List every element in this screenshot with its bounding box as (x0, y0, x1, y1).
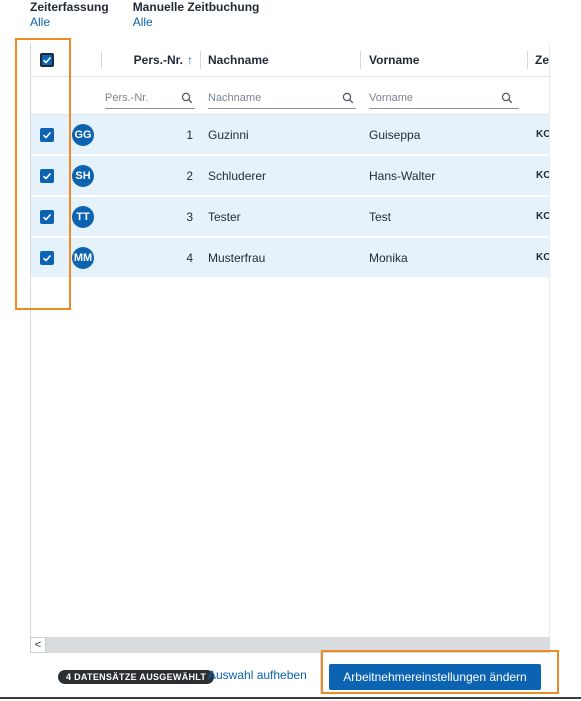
column-separator (360, 51, 361, 69)
select-all-checkbox[interactable] (40, 52, 54, 67)
row-checkbox[interactable] (40, 127, 54, 142)
header-zeit[interactable]: Zeit (535, 43, 550, 76)
row-checkbox[interactable] (40, 168, 54, 183)
search-icon (342, 92, 354, 103)
filter-title: Manuelle Zeitbuchung (132, 0, 260, 14)
cell-zeit: KO (536, 129, 550, 140)
cell-nachname: Tester (208, 209, 241, 224)
filter-title: Zeiterfassung (30, 0, 109, 14)
scroll-left-icon[interactable]: < (30, 637, 46, 653)
sort-ascending-icon[interactable]: ↑ (187, 53, 193, 67)
cell-nachname: Guzinni (208, 127, 249, 142)
cell-zeit: KO (536, 252, 550, 263)
select-all-cell (40, 43, 54, 76)
cell-pers-nr: 4 (186, 250, 193, 265)
table-row[interactable]: MM 4 Musterfrau Monika KO (31, 238, 550, 278)
search-icon (501, 92, 513, 103)
clear-selection-button[interactable]: Auswahl aufheben (208, 668, 307, 682)
filter-manuelle-zeitbuchung[interactable]: Manuelle Zeitbuchung Alle (133, 0, 260, 36)
check-icon (42, 131, 52, 139)
row-checkbox[interactable] (40, 250, 54, 265)
check-icon (42, 56, 52, 64)
avatar: GG (72, 123, 94, 146)
cell-vorname: Guiseppa (369, 127, 421, 142)
header-vorname[interactable]: Vorname (369, 43, 419, 76)
check-icon (42, 254, 52, 262)
cell-pers-nr: 3 (186, 209, 193, 224)
cell-zeit: KO (536, 211, 550, 222)
cell-nachname: Schluderer (208, 168, 267, 183)
footer-divider (320, 653, 321, 693)
header-vorname-label: Vorname (369, 52, 420, 67)
header-nachname[interactable]: Nachname (208, 43, 269, 76)
cell-vorname: Hans-Walter (369, 168, 436, 183)
nachname-filter-placeholder: Nachname (208, 91, 262, 104)
filter-row: Pers.-Nr. Nachname Vorname (31, 77, 549, 115)
pers-nr-filter-input[interactable]: Pers.-Nr. (105, 87, 195, 109)
filter-summary: Zeiterfassung Alle Manuelle Zeitbuchung … (30, 0, 259, 36)
header-pers-nr-label: Pers.-Nr. (133, 52, 183, 67)
table-row[interactable]: TT 3 Tester Test KO (31, 197, 550, 237)
avatar: MM (72, 246, 94, 269)
check-icon (42, 172, 52, 180)
selected-count-badge: 4 DATENSÄTZE AUSGEWÄHLT (58, 670, 215, 684)
cell-vorname: Test (369, 209, 392, 224)
header-pers-nr[interactable]: Pers.-Nr. ↑ (123, 43, 193, 76)
filter-value-link[interactable]: Alle (133, 15, 260, 30)
nachname-filter-input[interactable]: Nachname (208, 87, 356, 109)
cell-vorname: Monika (369, 250, 408, 265)
search-icon (181, 92, 193, 103)
column-separator (527, 51, 528, 69)
row-checkbox[interactable] (40, 209, 54, 224)
cell-pers-nr: 2 (186, 168, 193, 183)
action-footer: 4 DATENSÄTZE AUSGEWÄHLT Auswahl aufheben… (0, 653, 581, 701)
pers-nr-filter-placeholder: Pers.-Nr. (105, 91, 149, 104)
table-row[interactable]: SH 2 Schluderer Hans-Walter KO (31, 156, 550, 196)
avatar: TT (72, 205, 94, 228)
vorname-filter-input[interactable]: Vorname (369, 87, 519, 109)
bottom-divider (0, 697, 581, 699)
table-row[interactable]: GG 1 Guzinni Guiseppa KO (31, 115, 550, 155)
header-nachname-label: Nachname (208, 52, 269, 67)
header-row: Pers.-Nr. ↑ Nachname Vorname Zeit (31, 43, 550, 77)
column-separator (200, 51, 201, 69)
cell-pers-nr: 1 (186, 127, 193, 142)
header-zeit-label: Zeit (535, 52, 550, 67)
avatar: SH (72, 164, 94, 187)
filter-zeiterfassung[interactable]: Zeiterfassung Alle (30, 0, 109, 36)
horizontal-scrollbar[interactable]: < (30, 637, 550, 653)
cell-nachname: Musterfrau (208, 250, 266, 265)
check-icon (42, 213, 52, 221)
vorname-filter-placeholder: Vorname (369, 91, 414, 104)
change-employee-settings-button[interactable]: Arbeitnehmereinstellungen ändern (329, 664, 541, 690)
column-separator (101, 51, 102, 69)
filter-value-link[interactable]: Alle (30, 15, 109, 30)
employee-grid: Pers.-Nr. ↑ Nachname Vorname Zeit Pers.-… (30, 43, 550, 653)
cell-zeit: KO (536, 170, 550, 181)
